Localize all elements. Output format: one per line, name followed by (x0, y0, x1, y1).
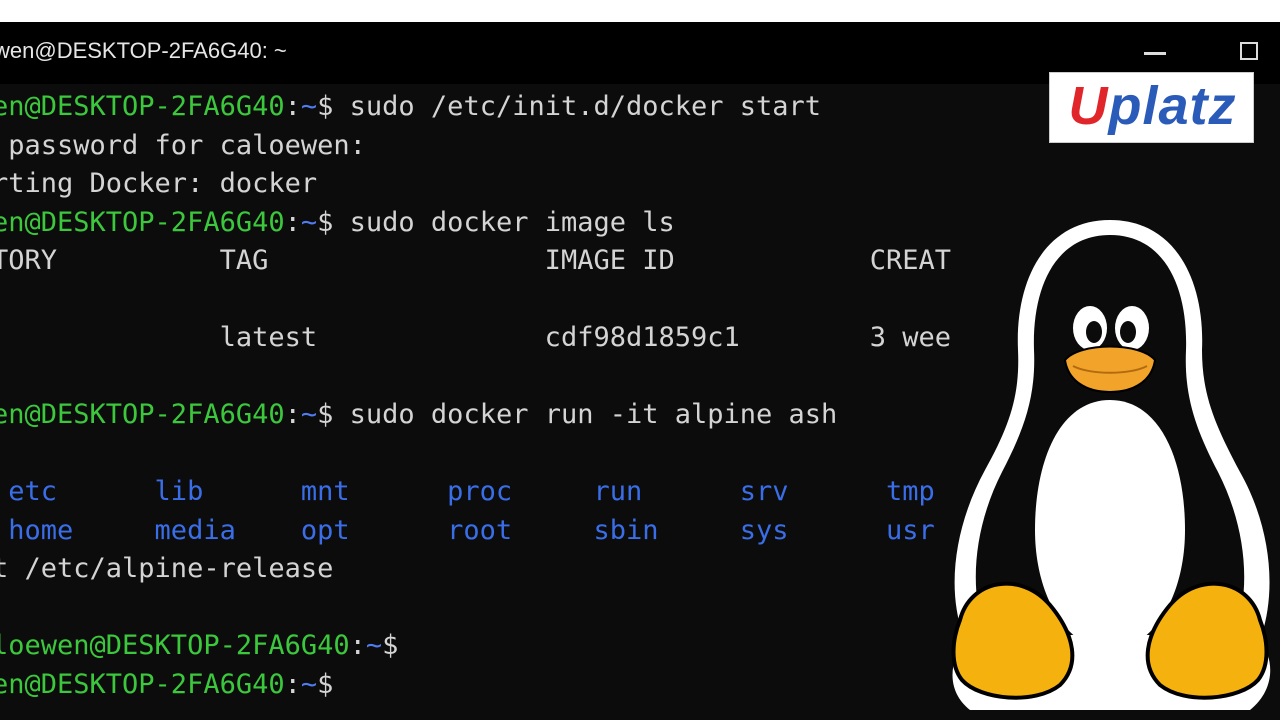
terminal-text: : (349, 630, 366, 661)
terminal-text: $ sudo docker image ls (317, 206, 675, 238)
logo-letters: platz (1108, 76, 1237, 136)
terminal-text: rting Docker: docker (0, 168, 318, 199)
terminal-text: en@DESKTOP-2FA6G40 (0, 668, 285, 700)
terminal-text: t /etc/alpine-release (0, 553, 334, 584)
terminal-line: en@DESKTOP-2FA6G40:~$ (0, 666, 333, 705)
terminal-text: ~ (300, 668, 318, 700)
terminal-line: en@DESKTOP-2FA6G40:~$ sudo docker run -i… (0, 396, 837, 435)
terminal-text: en@DESKTOP-2FA6G40 (0, 399, 285, 430)
terminal-line: home media opt root sbin sys usr (0, 512, 935, 551)
terminal-text: $ (317, 668, 334, 700)
terminal-line: etc lib mnt proc run srv tmp var (0, 473, 1081, 512)
terminal-text: TORY TAG IMAGE ID CREAT (0, 245, 952, 276)
terminal-text: latest cdf98d1859c1 3 wee (0, 322, 952, 353)
terminal-text: : (284, 668, 301, 700)
terminal-text: en@DESKTOP-2FA6G40 (0, 206, 285, 238)
terminal-line: en@DESKTOP-2FA6G40:~$ sudo docker image … (0, 204, 675, 243)
terminal-text: home media opt root sbin sys usr (0, 514, 935, 546)
terminal-text: : (284, 91, 301, 122)
terminal-text: : (284, 206, 301, 238)
terminal-text: en@DESKTOP-2FA6G40 (0, 91, 285, 122)
terminal-text: $ sudo /etc/init.d/docker start (317, 91, 822, 122)
logo-text: Uplatz (1050, 75, 1255, 137)
terminal-line: latest cdf98d1859c1 3 wee (0, 319, 952, 358)
terminal-text: loewen@DESKTOP-2FA6G40 (0, 630, 350, 661)
terminal-text: password for caloewen: (0, 129, 366, 161)
terminal-line: t /etc/alpine-release (0, 550, 333, 589)
terminal-line: password for caloewen: (0, 127, 366, 166)
terminal-text: ~ (300, 91, 318, 122)
uplatz-logo: Uplatz (1049, 72, 1254, 143)
logo-letter-u: U (1068, 76, 1109, 136)
terminal-text: ~ (300, 399, 318, 430)
tux-penguin-icon (951, 220, 1271, 710)
terminal-text: $ (382, 630, 399, 661)
terminal-text: : (284, 399, 301, 430)
terminal-line: loewen@DESKTOP-2FA6G40:~$ (0, 627, 398, 666)
terminal-line: en@DESKTOP-2FA6G40:~$ sudo /etc/init.d/d… (0, 88, 821, 127)
terminal-text: ~ (365, 630, 383, 661)
maximize-icon[interactable] (1230, 32, 1270, 72)
terminal-text: etc lib mnt proc run srv tmp var (0, 476, 1082, 507)
terminal-text: $ sudo docker run -it alpine ash (317, 399, 838, 430)
window-title: wen@DESKTOP-2FA6G40: ~ (0, 38, 287, 63)
terminal-text: ~ (300, 206, 318, 238)
top-strip (0, 0, 1280, 22)
minimize-icon[interactable] (1136, 32, 1176, 72)
terminal-line: TORY TAG IMAGE ID CREAT (0, 242, 951, 281)
terminal-line: rting Docker: docker (0, 165, 317, 204)
